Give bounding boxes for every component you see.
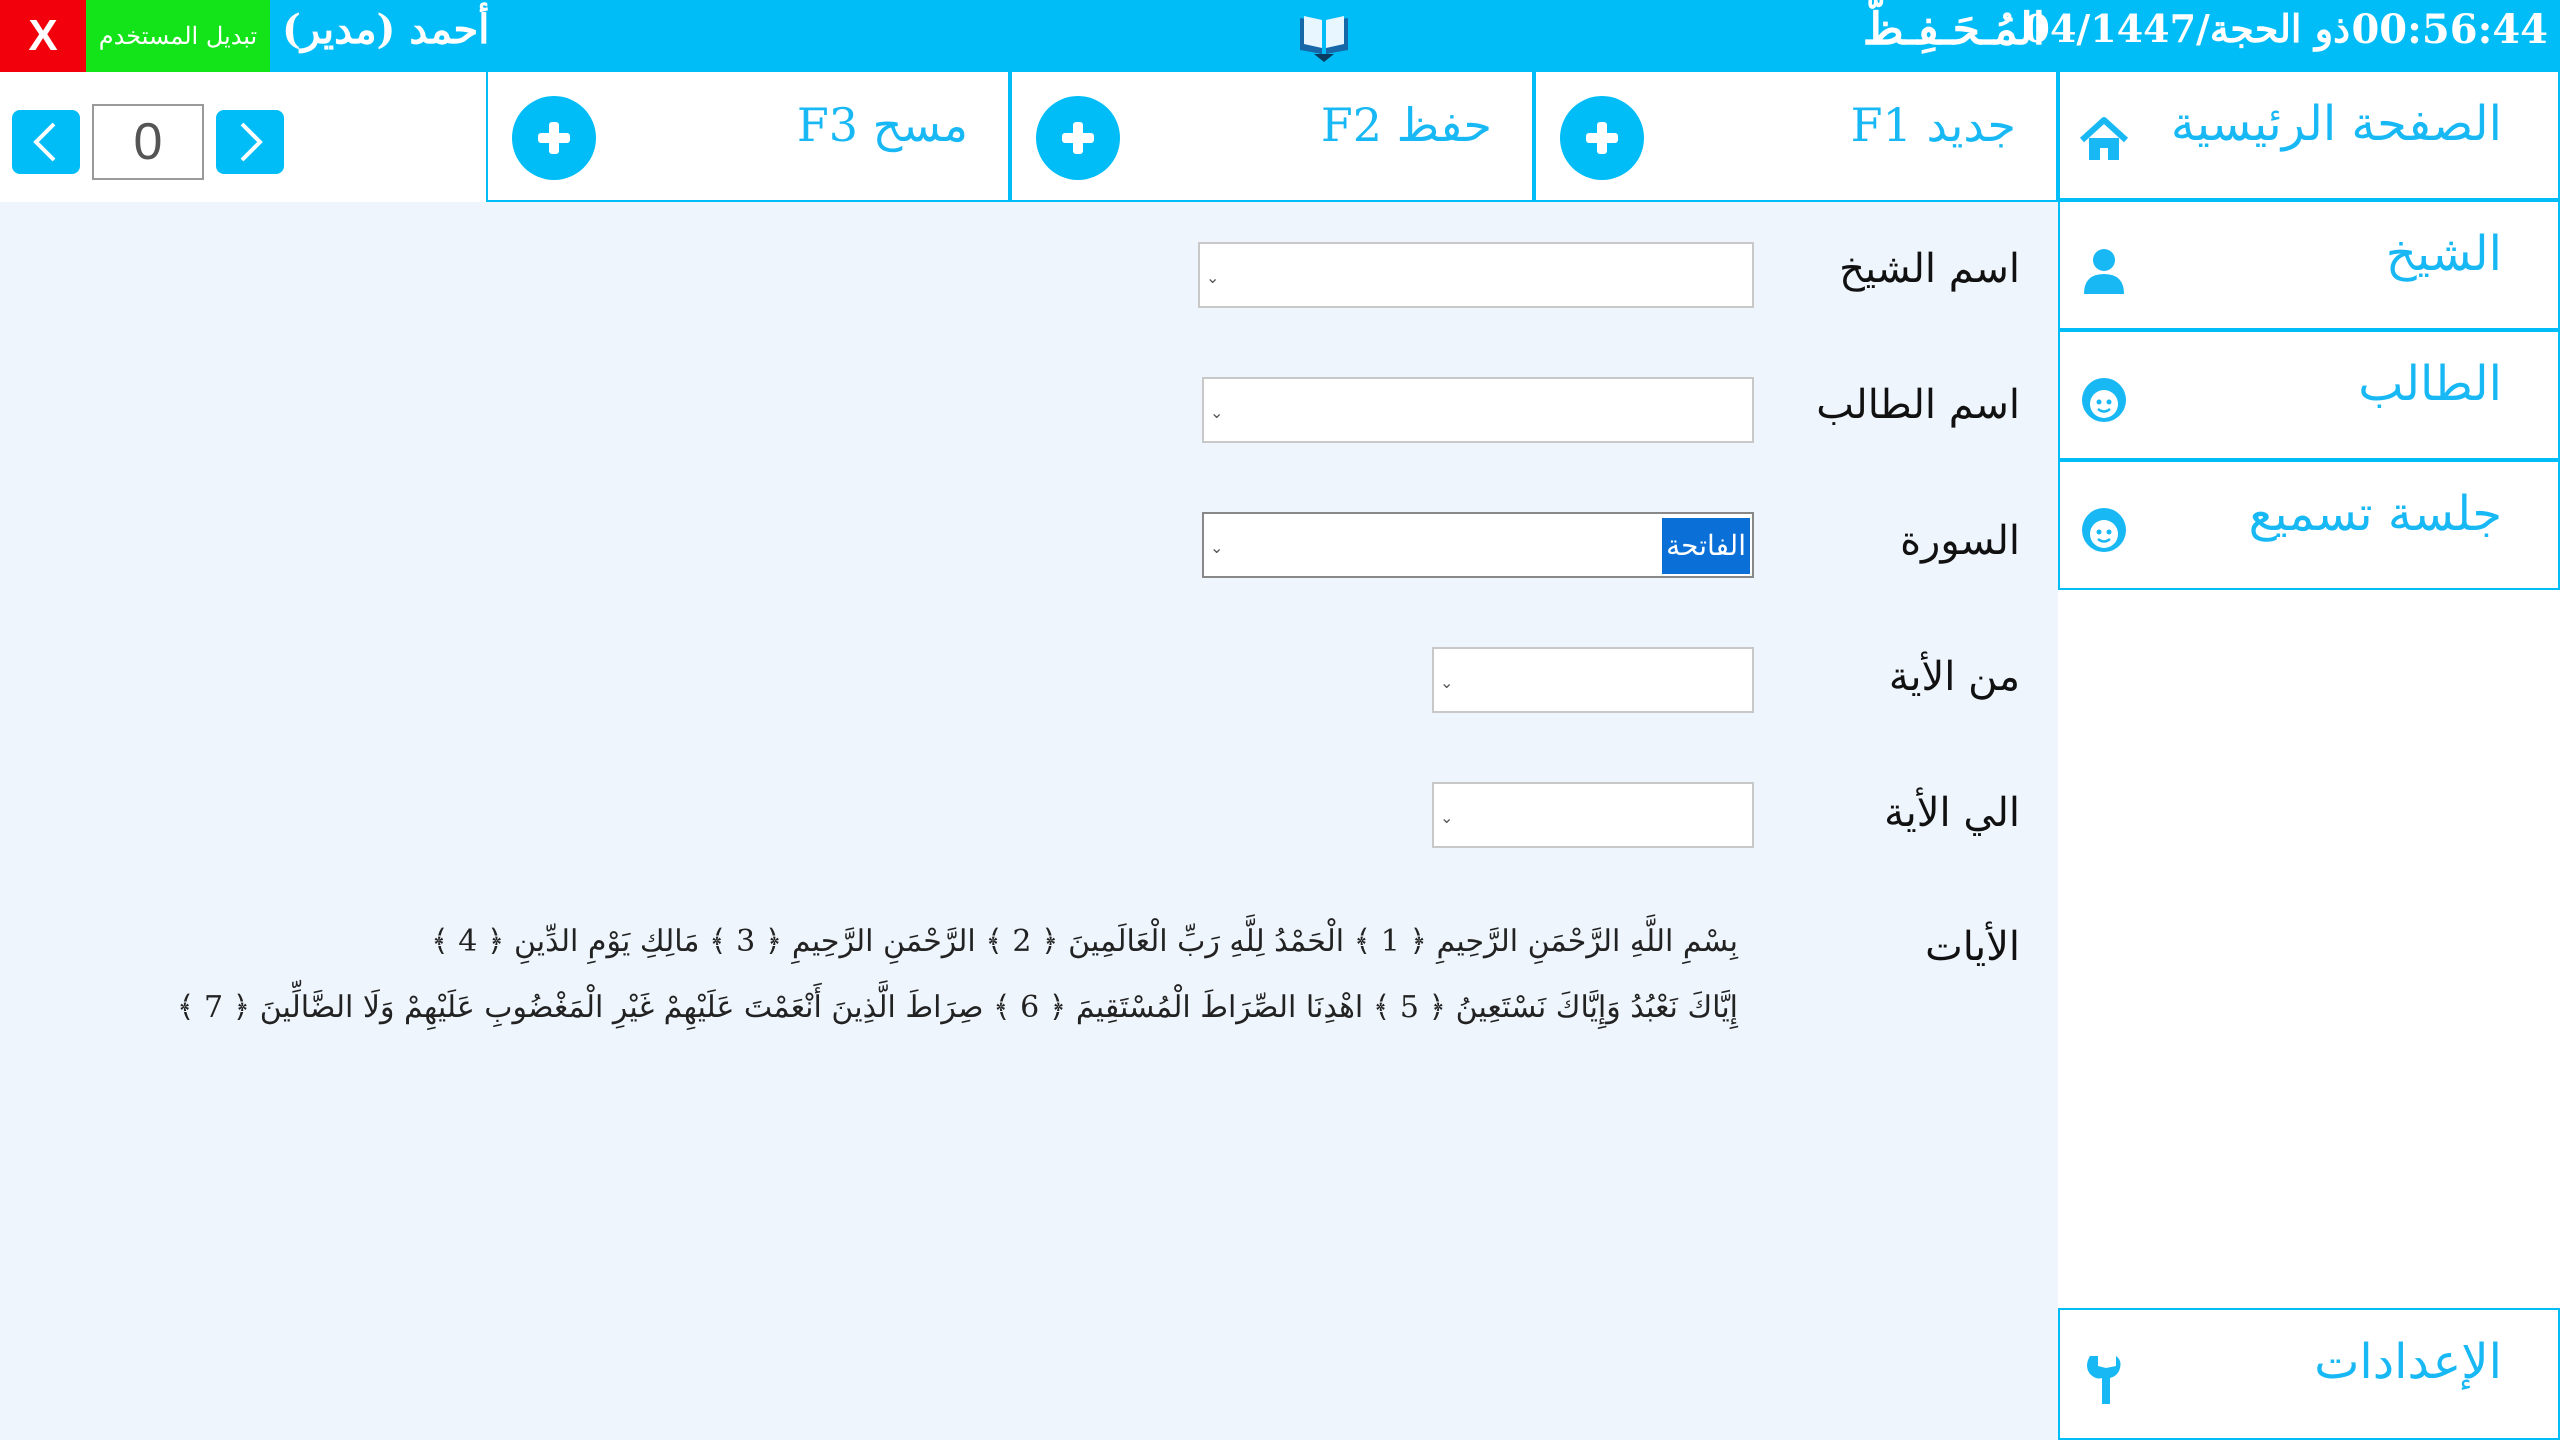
next-button[interactable] (216, 110, 284, 174)
to-ayah-select[interactable]: ⌄ (1432, 782, 1754, 848)
plus-icon (1036, 96, 1120, 180)
chevron-down-icon: ⌄ (1206, 268, 1220, 287)
save-button[interactable]: حفظ F2 (1010, 72, 1534, 202)
sidebar-item-settings[interactable]: الإعدادات (2058, 1308, 2560, 1440)
chevron-down-icon: ⌄ (1210, 403, 1224, 422)
surah-selected-value: الفاتحة (1662, 518, 1750, 574)
hijri-date: 04/ذو الحجة/1447 (2023, 6, 2350, 51)
sidebar-item-label: الإعدادات (2314, 1334, 2502, 1390)
student-label: اسم الطالب (1816, 382, 2020, 428)
current-user: أحمد (مدير) (282, 6, 490, 53)
from-ayah-select[interactable]: ⌄ (1432, 647, 1754, 713)
record-counter[interactable]: 0 (92, 104, 204, 180)
sheikh-select[interactable]: ⌄ (1198, 242, 1754, 308)
wrench-icon (2087, 1356, 2121, 1404)
person-icon (2084, 249, 2124, 294)
open-book-icon (1300, 16, 1348, 62)
sidebar-item-session[interactable]: جلسة تسميع (2058, 460, 2560, 590)
sidebar-item-label: الصفحة الرئيسية (2170, 96, 2502, 152)
chevron-down-icon: ⌄ (1440, 673, 1454, 692)
sheikh-label: اسم الشيخ (1839, 246, 2020, 292)
save-button-label: حفظ F2 (1320, 98, 1492, 152)
clock: 00:56:44 (2351, 6, 2548, 53)
to-ayah-label: الي الأية (1884, 790, 2020, 836)
new-button[interactable]: جديد F1 (1534, 72, 2058, 202)
sidebar-item-label: جلسة تسميع (2248, 486, 2502, 542)
ayat-text-line: بِسْمِ اللَّهِ الرَّحْمَنِ الرَّحِيمِ ﴿ … (431, 924, 1738, 959)
chevron-right-icon (240, 122, 263, 162)
clear-button[interactable]: مسح F3 (486, 72, 1010, 202)
top-bar: 00:56:44 04/ذو الحجة/1447 المُـحَـفِـظّ … (0, 0, 2560, 72)
switch-user-button[interactable]: تبديل المستخدم (86, 0, 270, 72)
clear-button-label: مسح F3 (796, 98, 968, 152)
previous-button[interactable] (12, 110, 80, 174)
ayat-label: الأيات (1925, 924, 2020, 970)
ayat-text-line: إِيَّاكَ نَعْبُدُ وَإِيَّاكَ نَسْتَعِينُ… (176, 990, 1738, 1025)
plus-icon (512, 96, 596, 180)
from-ayah-label: من الأية (1888, 654, 2020, 700)
sidebar-item-home[interactable]: الصفحة الرئيسية (2058, 70, 2560, 200)
sidebar-item-student[interactable]: الطالب (2058, 330, 2560, 460)
chevron-left-icon (33, 122, 56, 162)
sidebar-item-sheikh[interactable]: الشيخ (2058, 200, 2560, 330)
app-title: المُـحَـفِـظّ (1862, 4, 2045, 55)
home-icon (2079, 117, 2129, 160)
plus-icon (1560, 96, 1644, 180)
student-select[interactable]: ⌄ (1202, 377, 1754, 443)
surah-select[interactable]: ⌄ الفاتحة (1202, 512, 1754, 578)
sidebar-item-label: الطالب (2358, 356, 2502, 412)
child-face-icon (2082, 378, 2126, 422)
chevron-down-icon: ⌄ (1440, 808, 1454, 827)
chevron-down-icon: ⌄ (1210, 538, 1224, 557)
close-button[interactable]: X (0, 0, 86, 72)
sidebar-item-label: الشيخ (2385, 226, 2502, 282)
child-face-icon (2082, 508, 2126, 552)
new-button-label: جديد F1 (1850, 98, 2016, 152)
surah-label: السورة (1900, 518, 2020, 564)
